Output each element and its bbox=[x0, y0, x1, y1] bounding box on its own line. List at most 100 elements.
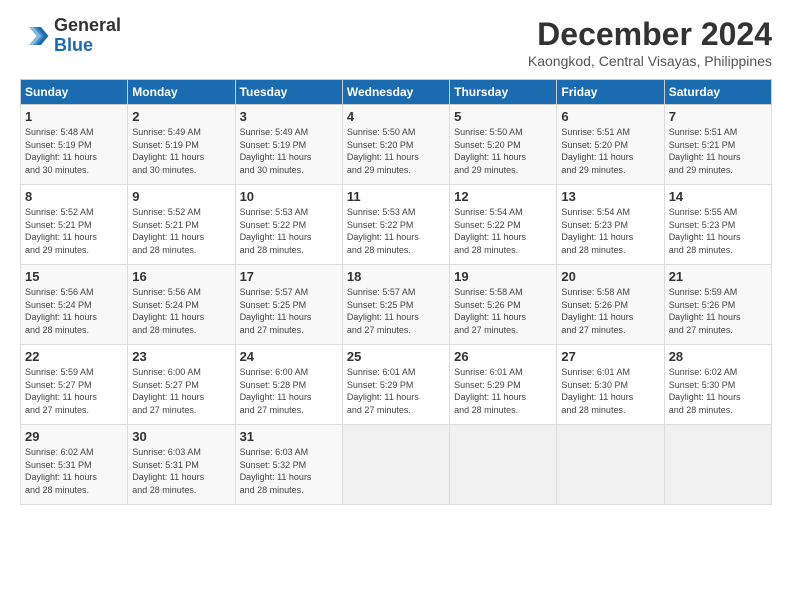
day-cell-18: 18 Sunrise: 5:57 AM Sunset: 5:25 PM Dayli… bbox=[342, 265, 449, 345]
day-number: 19 bbox=[454, 269, 552, 284]
day-number: 29 bbox=[25, 429, 123, 444]
day-info: Sunrise: 5:57 AM Sunset: 5:25 PM Dayligh… bbox=[240, 286, 338, 336]
day-info: Sunrise: 6:03 AM Sunset: 5:32 PM Dayligh… bbox=[240, 446, 338, 496]
day-number: 11 bbox=[347, 189, 445, 204]
day-number: 7 bbox=[669, 109, 767, 124]
day-cell-22: 22 Sunrise: 5:59 AM Sunset: 5:27 PM Dayli… bbox=[21, 345, 128, 425]
day-cell-30: 30 Sunrise: 6:03 AM Sunset: 5:31 PM Dayli… bbox=[128, 425, 235, 505]
col-header-monday: Monday bbox=[128, 80, 235, 105]
day-info: Sunrise: 5:53 AM Sunset: 5:22 PM Dayligh… bbox=[240, 206, 338, 256]
day-number: 22 bbox=[25, 349, 123, 364]
day-number: 13 bbox=[561, 189, 659, 204]
day-info: Sunrise: 6:00 AM Sunset: 5:28 PM Dayligh… bbox=[240, 366, 338, 416]
calendar-week-3: 15 Sunrise: 5:56 AM Sunset: 5:24 PM Dayli… bbox=[21, 265, 772, 345]
day-cell-21: 21Sunrise: 5:59 AM Sunset: 5:26 PM Dayli… bbox=[664, 265, 771, 345]
location: Kaongkod, Central Visayas, Philippines bbox=[528, 53, 772, 69]
day-number: 28 bbox=[669, 349, 767, 364]
empty-cell bbox=[664, 425, 771, 505]
day-info: Sunrise: 6:01 AM Sunset: 5:29 PM Dayligh… bbox=[454, 366, 552, 416]
calendar-page: General Blue December 2024 Kaongkod, Cen… bbox=[0, 0, 792, 612]
day-number: 9 bbox=[132, 189, 230, 204]
day-number: 23 bbox=[132, 349, 230, 364]
day-number: 10 bbox=[240, 189, 338, 204]
day-info: Sunrise: 5:52 AM Sunset: 5:21 PM Dayligh… bbox=[25, 206, 123, 256]
day-cell-15: 15 Sunrise: 5:56 AM Sunset: 5:24 PM Dayli… bbox=[21, 265, 128, 345]
day-info: Sunrise: 5:56 AM Sunset: 5:24 PM Dayligh… bbox=[132, 286, 230, 336]
day-cell-2: 2 Sunrise: 5:49 AM Sunset: 5:19 PM Daylig… bbox=[128, 105, 235, 185]
day-number: 18 bbox=[347, 269, 445, 284]
day-info: Sunrise: 5:49 AM Sunset: 5:19 PM Dayligh… bbox=[240, 126, 338, 176]
day-info: Sunrise: 5:54 AM Sunset: 5:23 PM Dayligh… bbox=[561, 206, 659, 256]
day-info: Sunrise: 5:54 AM Sunset: 5:22 PM Dayligh… bbox=[454, 206, 552, 256]
day-number: 6 bbox=[561, 109, 659, 124]
day-cell-13: 13 Sunrise: 5:54 AM Sunset: 5:23 PM Dayli… bbox=[557, 185, 664, 265]
calendar-week-5: 29Sunrise: 6:02 AM Sunset: 5:31 PM Dayli… bbox=[21, 425, 772, 505]
day-cell-29: 29Sunrise: 6:02 AM Sunset: 5:31 PM Dayli… bbox=[21, 425, 128, 505]
day-cell-26: 26 Sunrise: 6:01 AM Sunset: 5:29 PM Dayli… bbox=[450, 345, 557, 425]
title-block: December 2024 Kaongkod, Central Visayas,… bbox=[528, 16, 772, 69]
col-header-wednesday: Wednesday bbox=[342, 80, 449, 105]
logo: General Blue bbox=[20, 16, 121, 56]
day-info: Sunrise: 6:00 AM Sunset: 5:27 PM Dayligh… bbox=[132, 366, 230, 416]
day-cell-9: 9Sunrise: 5:52 AM Sunset: 5:21 PM Daylig… bbox=[128, 185, 235, 265]
day-number: 12 bbox=[454, 189, 552, 204]
day-info: Sunrise: 5:53 AM Sunset: 5:22 PM Dayligh… bbox=[347, 206, 445, 256]
calendar-table: SundayMondayTuesdayWednesdayThursdayFrid… bbox=[20, 79, 772, 505]
day-number: 8 bbox=[25, 189, 123, 204]
day-cell-27: 27Sunrise: 6:01 AM Sunset: 5:30 PM Dayli… bbox=[557, 345, 664, 425]
day-cell-20: 20 Sunrise: 5:58 AM Sunset: 5:26 PM Dayli… bbox=[557, 265, 664, 345]
day-info: Sunrise: 5:51 AM Sunset: 5:20 PM Dayligh… bbox=[561, 126, 659, 176]
day-cell-7: 7 Sunrise: 5:51 AM Sunset: 5:21 PM Daylig… bbox=[664, 105, 771, 185]
day-cell-5: 5 Sunrise: 5:50 AM Sunset: 5:20 PM Daylig… bbox=[450, 105, 557, 185]
col-header-sunday: Sunday bbox=[21, 80, 128, 105]
calendar-week-2: 8 Sunrise: 5:52 AM Sunset: 5:21 PM Daylig… bbox=[21, 185, 772, 265]
day-info: Sunrise: 5:51 AM Sunset: 5:21 PM Dayligh… bbox=[669, 126, 767, 176]
day-number: 5 bbox=[454, 109, 552, 124]
day-cell-3: 3 Sunrise: 5:49 AM Sunset: 5:19 PM Daylig… bbox=[235, 105, 342, 185]
day-cell-6: 6 Sunrise: 5:51 AM Sunset: 5:20 PM Daylig… bbox=[557, 105, 664, 185]
day-cell-28: 28Sunrise: 6:02 AM Sunset: 5:30 PM Dayli… bbox=[664, 345, 771, 425]
day-number: 16 bbox=[132, 269, 230, 284]
day-info: Sunrise: 5:58 AM Sunset: 5:26 PM Dayligh… bbox=[454, 286, 552, 336]
logo-line1: General bbox=[54, 16, 121, 36]
day-cell-31: 31 Sunrise: 6:03 AM Sunset: 5:32 PM Dayli… bbox=[235, 425, 342, 505]
day-info: Sunrise: 5:50 AM Sunset: 5:20 PM Dayligh… bbox=[347, 126, 445, 176]
day-cell-17: 17 Sunrise: 5:57 AM Sunset: 5:25 PM Dayli… bbox=[235, 265, 342, 345]
day-info: Sunrise: 5:50 AM Sunset: 5:20 PM Dayligh… bbox=[454, 126, 552, 176]
day-number: 15 bbox=[25, 269, 123, 284]
day-number: 31 bbox=[240, 429, 338, 444]
day-cell-14: 14 Sunrise: 5:55 AM Sunset: 5:23 PM Dayli… bbox=[664, 185, 771, 265]
col-header-tuesday: Tuesday bbox=[235, 80, 342, 105]
day-cell-24: 24Sunrise: 6:00 AM Sunset: 5:28 PM Dayli… bbox=[235, 345, 342, 425]
empty-cell bbox=[342, 425, 449, 505]
day-info: Sunrise: 6:01 AM Sunset: 5:29 PM Dayligh… bbox=[347, 366, 445, 416]
col-header-friday: Friday bbox=[557, 80, 664, 105]
day-number: 27 bbox=[561, 349, 659, 364]
day-number: 25 bbox=[347, 349, 445, 364]
day-info: Sunrise: 5:48 AM Sunset: 5:19 PM Dayligh… bbox=[25, 126, 123, 176]
day-info: Sunrise: 5:57 AM Sunset: 5:25 PM Dayligh… bbox=[347, 286, 445, 336]
day-cell-8: 8 Sunrise: 5:52 AM Sunset: 5:21 PM Daylig… bbox=[21, 185, 128, 265]
day-info: Sunrise: 6:03 AM Sunset: 5:31 PM Dayligh… bbox=[132, 446, 230, 496]
day-number: 20 bbox=[561, 269, 659, 284]
day-number: 26 bbox=[454, 349, 552, 364]
day-cell-4: 4Sunrise: 5:50 AM Sunset: 5:20 PM Daylig… bbox=[342, 105, 449, 185]
calendar-week-4: 22 Sunrise: 5:59 AM Sunset: 5:27 PM Dayli… bbox=[21, 345, 772, 425]
day-info: Sunrise: 5:56 AM Sunset: 5:24 PM Dayligh… bbox=[25, 286, 123, 336]
day-info: Sunrise: 5:59 AM Sunset: 5:27 PM Dayligh… bbox=[25, 366, 123, 416]
header: General Blue December 2024 Kaongkod, Cen… bbox=[20, 16, 772, 69]
day-number: 14 bbox=[669, 189, 767, 204]
empty-cell bbox=[557, 425, 664, 505]
day-cell-1: 1Sunrise: 5:48 AM Sunset: 5:19 PM Daylig… bbox=[21, 105, 128, 185]
day-cell-12: 12 Sunrise: 5:54 AM Sunset: 5:22 PM Dayli… bbox=[450, 185, 557, 265]
day-number: 17 bbox=[240, 269, 338, 284]
day-number: 30 bbox=[132, 429, 230, 444]
day-info: Sunrise: 5:49 AM Sunset: 5:19 PM Dayligh… bbox=[132, 126, 230, 176]
logo-text: General Blue bbox=[54, 16, 121, 56]
day-info: Sunrise: 5:58 AM Sunset: 5:26 PM Dayligh… bbox=[561, 286, 659, 336]
day-number: 3 bbox=[240, 109, 338, 124]
day-info: Sunrise: 5:55 AM Sunset: 5:23 PM Dayligh… bbox=[669, 206, 767, 256]
col-header-thursday: Thursday bbox=[450, 80, 557, 105]
day-number: 2 bbox=[132, 109, 230, 124]
day-info: Sunrise: 5:59 AM Sunset: 5:26 PM Dayligh… bbox=[669, 286, 767, 336]
